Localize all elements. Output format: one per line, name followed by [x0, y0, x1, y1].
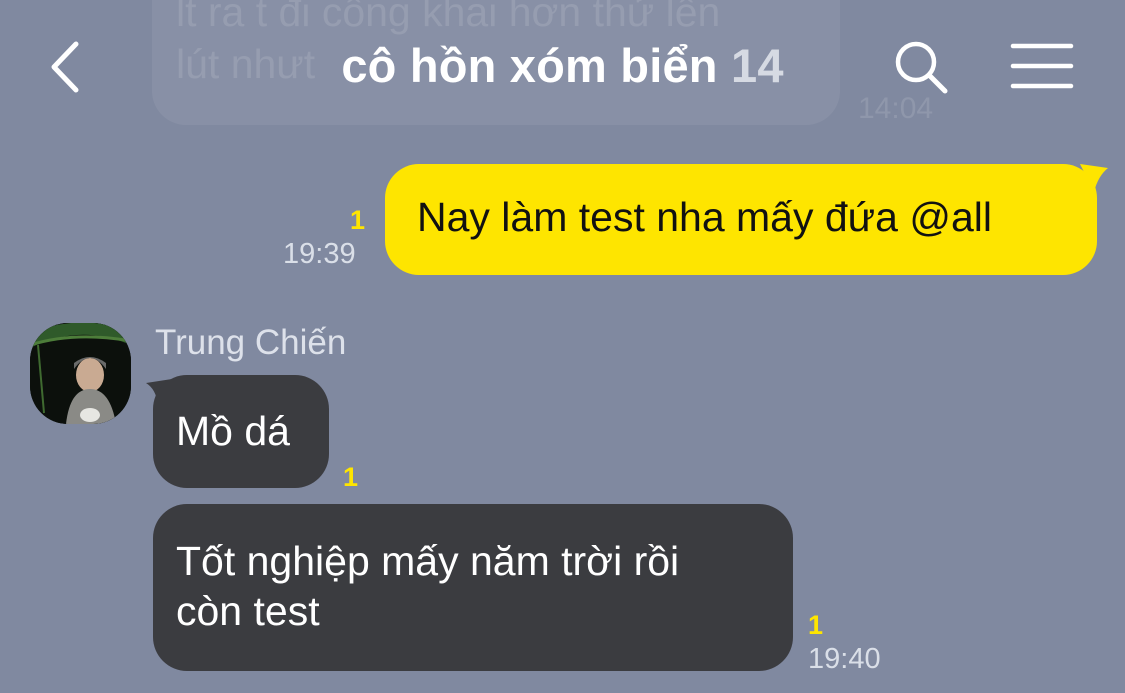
search-icon [895, 41, 948, 94]
unread-count: 1 [808, 610, 824, 640]
member-count: 14 [731, 39, 784, 92]
incoming-message-text: Tốt nghiệp mấy năm trời rồi còn test [176, 538, 680, 634]
message-time: 19:40 [808, 643, 881, 675]
message-time: 19:39 [283, 238, 356, 270]
incoming-message-text: Mồ dá [176, 408, 290, 454]
menu-button[interactable] [1010, 40, 1074, 92]
unread-count: 1 [350, 205, 366, 235]
avatar[interactable] [30, 323, 131, 424]
outgoing-bubble-tail [1080, 164, 1108, 192]
sender-name: Trung Chiến [155, 323, 347, 362]
hamburger-menu-icon [1010, 43, 1074, 89]
search-button[interactable] [890, 36, 952, 98]
unread-count: 1 [343, 462, 359, 492]
chat-title: cô hồn xóm biển 14 [0, 38, 1125, 93]
profile-photo [30, 323, 131, 424]
outgoing-message-text: Nay làm test nha mấy đứa @all [417, 194, 992, 240]
chat-title-name: cô hồn xóm biển [341, 39, 718, 92]
